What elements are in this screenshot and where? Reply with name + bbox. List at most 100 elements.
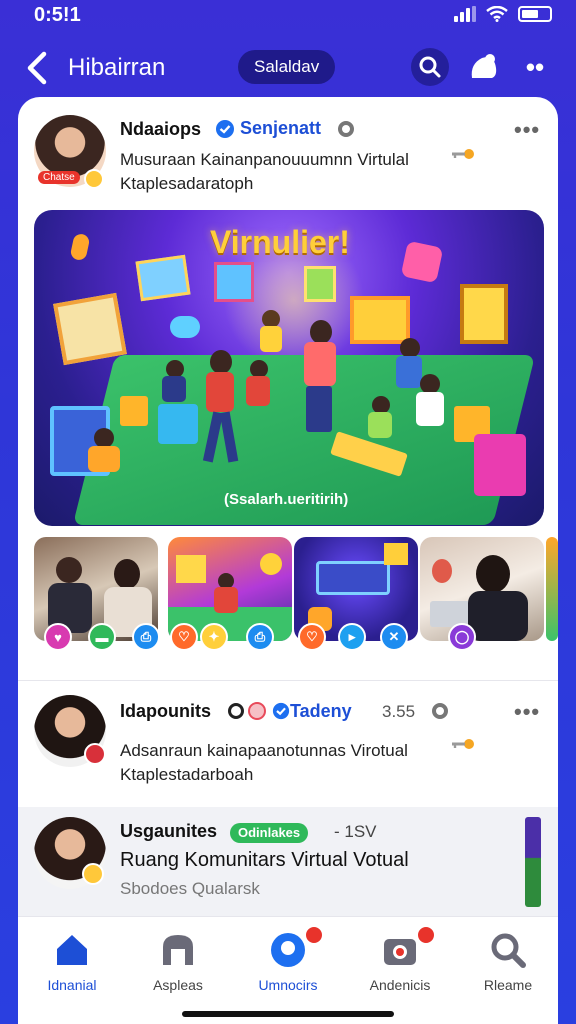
media-icon	[384, 939, 416, 965]
screen	[384, 543, 408, 565]
post-subtext: Sbodoes Qualarsk	[120, 879, 260, 898]
nav-search[interactable]: Rleame	[458, 931, 558, 1001]
person	[304, 342, 336, 386]
app-header: Hibairran Salaldav ••	[0, 40, 576, 96]
reaction-row: ◯	[420, 623, 550, 653]
post-header: Chatse Ndaaiops Senjenatt ••• Musuraan K…	[18, 97, 558, 207]
bell-icon	[471, 54, 497, 78]
heart-icon[interactable]: ♡	[170, 623, 198, 651]
person	[114, 559, 140, 589]
live-badge	[84, 743, 106, 765]
notifications-button[interactable]	[464, 48, 502, 86]
screen	[316, 561, 390, 595]
post-author[interactable]: Idapounits	[120, 701, 211, 722]
status-time: 0:5!1	[34, 4, 81, 26]
smiley-icon	[400, 240, 444, 284]
ring-icon	[228, 703, 244, 719]
person	[310, 320, 332, 344]
key-icon[interactable]	[450, 737, 476, 751]
side-bar	[525, 817, 541, 907]
thumbnail-row: ♥ ▬ ⎙ ♡ ✦ ⎙ ♡ ▸ ✕ ◯	[34, 537, 558, 657]
hero-image[interactable]: Virnulier! (Ssalarh.ueritirih)	[34, 210, 544, 526]
status-badge: Odinlakes	[230, 823, 309, 843]
post: Usgaunites Odinlakes - 1SV Ruang Komunit…	[18, 807, 558, 917]
reaction-row: ♡ ▸ ✕	[294, 623, 424, 653]
emoji-icon	[84, 169, 104, 189]
post-more-icon[interactable]: •••	[514, 699, 540, 725]
nav-label: Aspleas	[153, 977, 203, 993]
back-icon[interactable]	[24, 50, 54, 86]
search-nav-icon	[491, 933, 526, 968]
divider	[18, 680, 558, 681]
screen	[176, 555, 206, 583]
status-badge: Chatse	[38, 171, 80, 184]
screen	[460, 284, 508, 344]
status-bar: 0:5!1	[0, 0, 576, 34]
play-icon[interactable]: ▸	[338, 623, 366, 651]
nav-chat[interactable]: Umnocirs	[238, 925, 338, 1001]
nav-label: Idnanial	[47, 977, 97, 993]
notification-badge	[416, 925, 436, 945]
wifi-icon	[486, 6, 508, 22]
reaction-row: ♡ ✦ ⎙	[168, 623, 298, 653]
star-icon[interactable]: ✦	[200, 623, 228, 651]
post-meta: - 1SV	[334, 822, 377, 841]
tools-icon[interactable]: ✕	[380, 623, 408, 651]
post-author[interactable]: Usgaunites	[120, 821, 217, 842]
cube	[158, 404, 198, 444]
person	[214, 587, 238, 613]
heart-icon[interactable]: ♡	[298, 623, 326, 651]
settings-icon[interactable]	[432, 703, 448, 719]
shield-icon[interactable]: ◯	[448, 623, 476, 651]
reaction-row: ♥ ▬ ⎙	[34, 623, 164, 653]
bottom-nav: Idnanial Aspleas Umnocirs Andenicis Rlea…	[18, 916, 558, 1024]
frame	[304, 266, 336, 302]
home-indicator	[182, 1011, 394, 1017]
nav-home[interactable]: Idnanial	[22, 931, 122, 1001]
post-tag[interactable]: Senjenatt	[240, 118, 321, 139]
chat-icon	[271, 933, 305, 967]
nav-label: Umnocirs	[258, 977, 318, 993]
person	[210, 350, 232, 374]
person	[246, 376, 270, 406]
status-icons	[454, 6, 552, 22]
post-more-icon[interactable]: •••	[514, 117, 540, 143]
frame	[53, 292, 127, 366]
post-author[interactable]: Ndaaiops	[120, 119, 201, 140]
person	[420, 374, 440, 394]
post-subtext: Ktaplestadarboah	[120, 765, 254, 784]
person	[260, 326, 282, 352]
post-text: Ruang Komunitars Virtual Votual	[120, 849, 409, 871]
battery-icon	[518, 6, 552, 22]
person	[432, 559, 452, 583]
notification-badge	[304, 925, 324, 945]
more-icon[interactable]: ••	[516, 48, 554, 86]
person	[162, 376, 186, 402]
key-icon[interactable]	[450, 147, 476, 161]
person	[400, 338, 420, 358]
nav-explore[interactable]: Aspleas	[128, 931, 228, 1001]
person	[368, 412, 392, 438]
nav-media[interactable]: Andenicis	[350, 925, 450, 1001]
person	[416, 392, 444, 426]
header-chip[interactable]: Salaldav	[238, 50, 336, 84]
verified-icon	[272, 702, 290, 720]
explore-icon	[163, 935, 193, 965]
share-icon[interactable]: ⎙	[246, 623, 274, 651]
post-tag[interactable]: Tadeny	[290, 701, 352, 722]
nav-label: Andenicis	[369, 977, 431, 993]
search-button[interactable]	[411, 48, 449, 86]
heart-icon[interactable]: ♥	[44, 623, 72, 651]
share-icon[interactable]: ⎙	[132, 623, 160, 651]
settings-icon[interactable]	[338, 121, 354, 137]
title: Virnulier!	[210, 224, 350, 260]
feed-card: Chatse Ndaaiops Senjenatt ••• Musuraan K…	[18, 97, 558, 937]
person	[396, 356, 422, 388]
chat-icon[interactable]: ▬	[88, 623, 116, 651]
badge-icon	[248, 702, 266, 720]
person	[206, 372, 234, 412]
balloon-icon	[69, 232, 91, 262]
post: Idapounits Tadeny 3.55 ••• Adsanraun kai…	[18, 685, 558, 803]
post-text: Musuraan Kainanpanouuumnn Virtulal	[120, 150, 409, 169]
hero-caption: (Ssalarh.ueritirih)	[224, 491, 349, 508]
